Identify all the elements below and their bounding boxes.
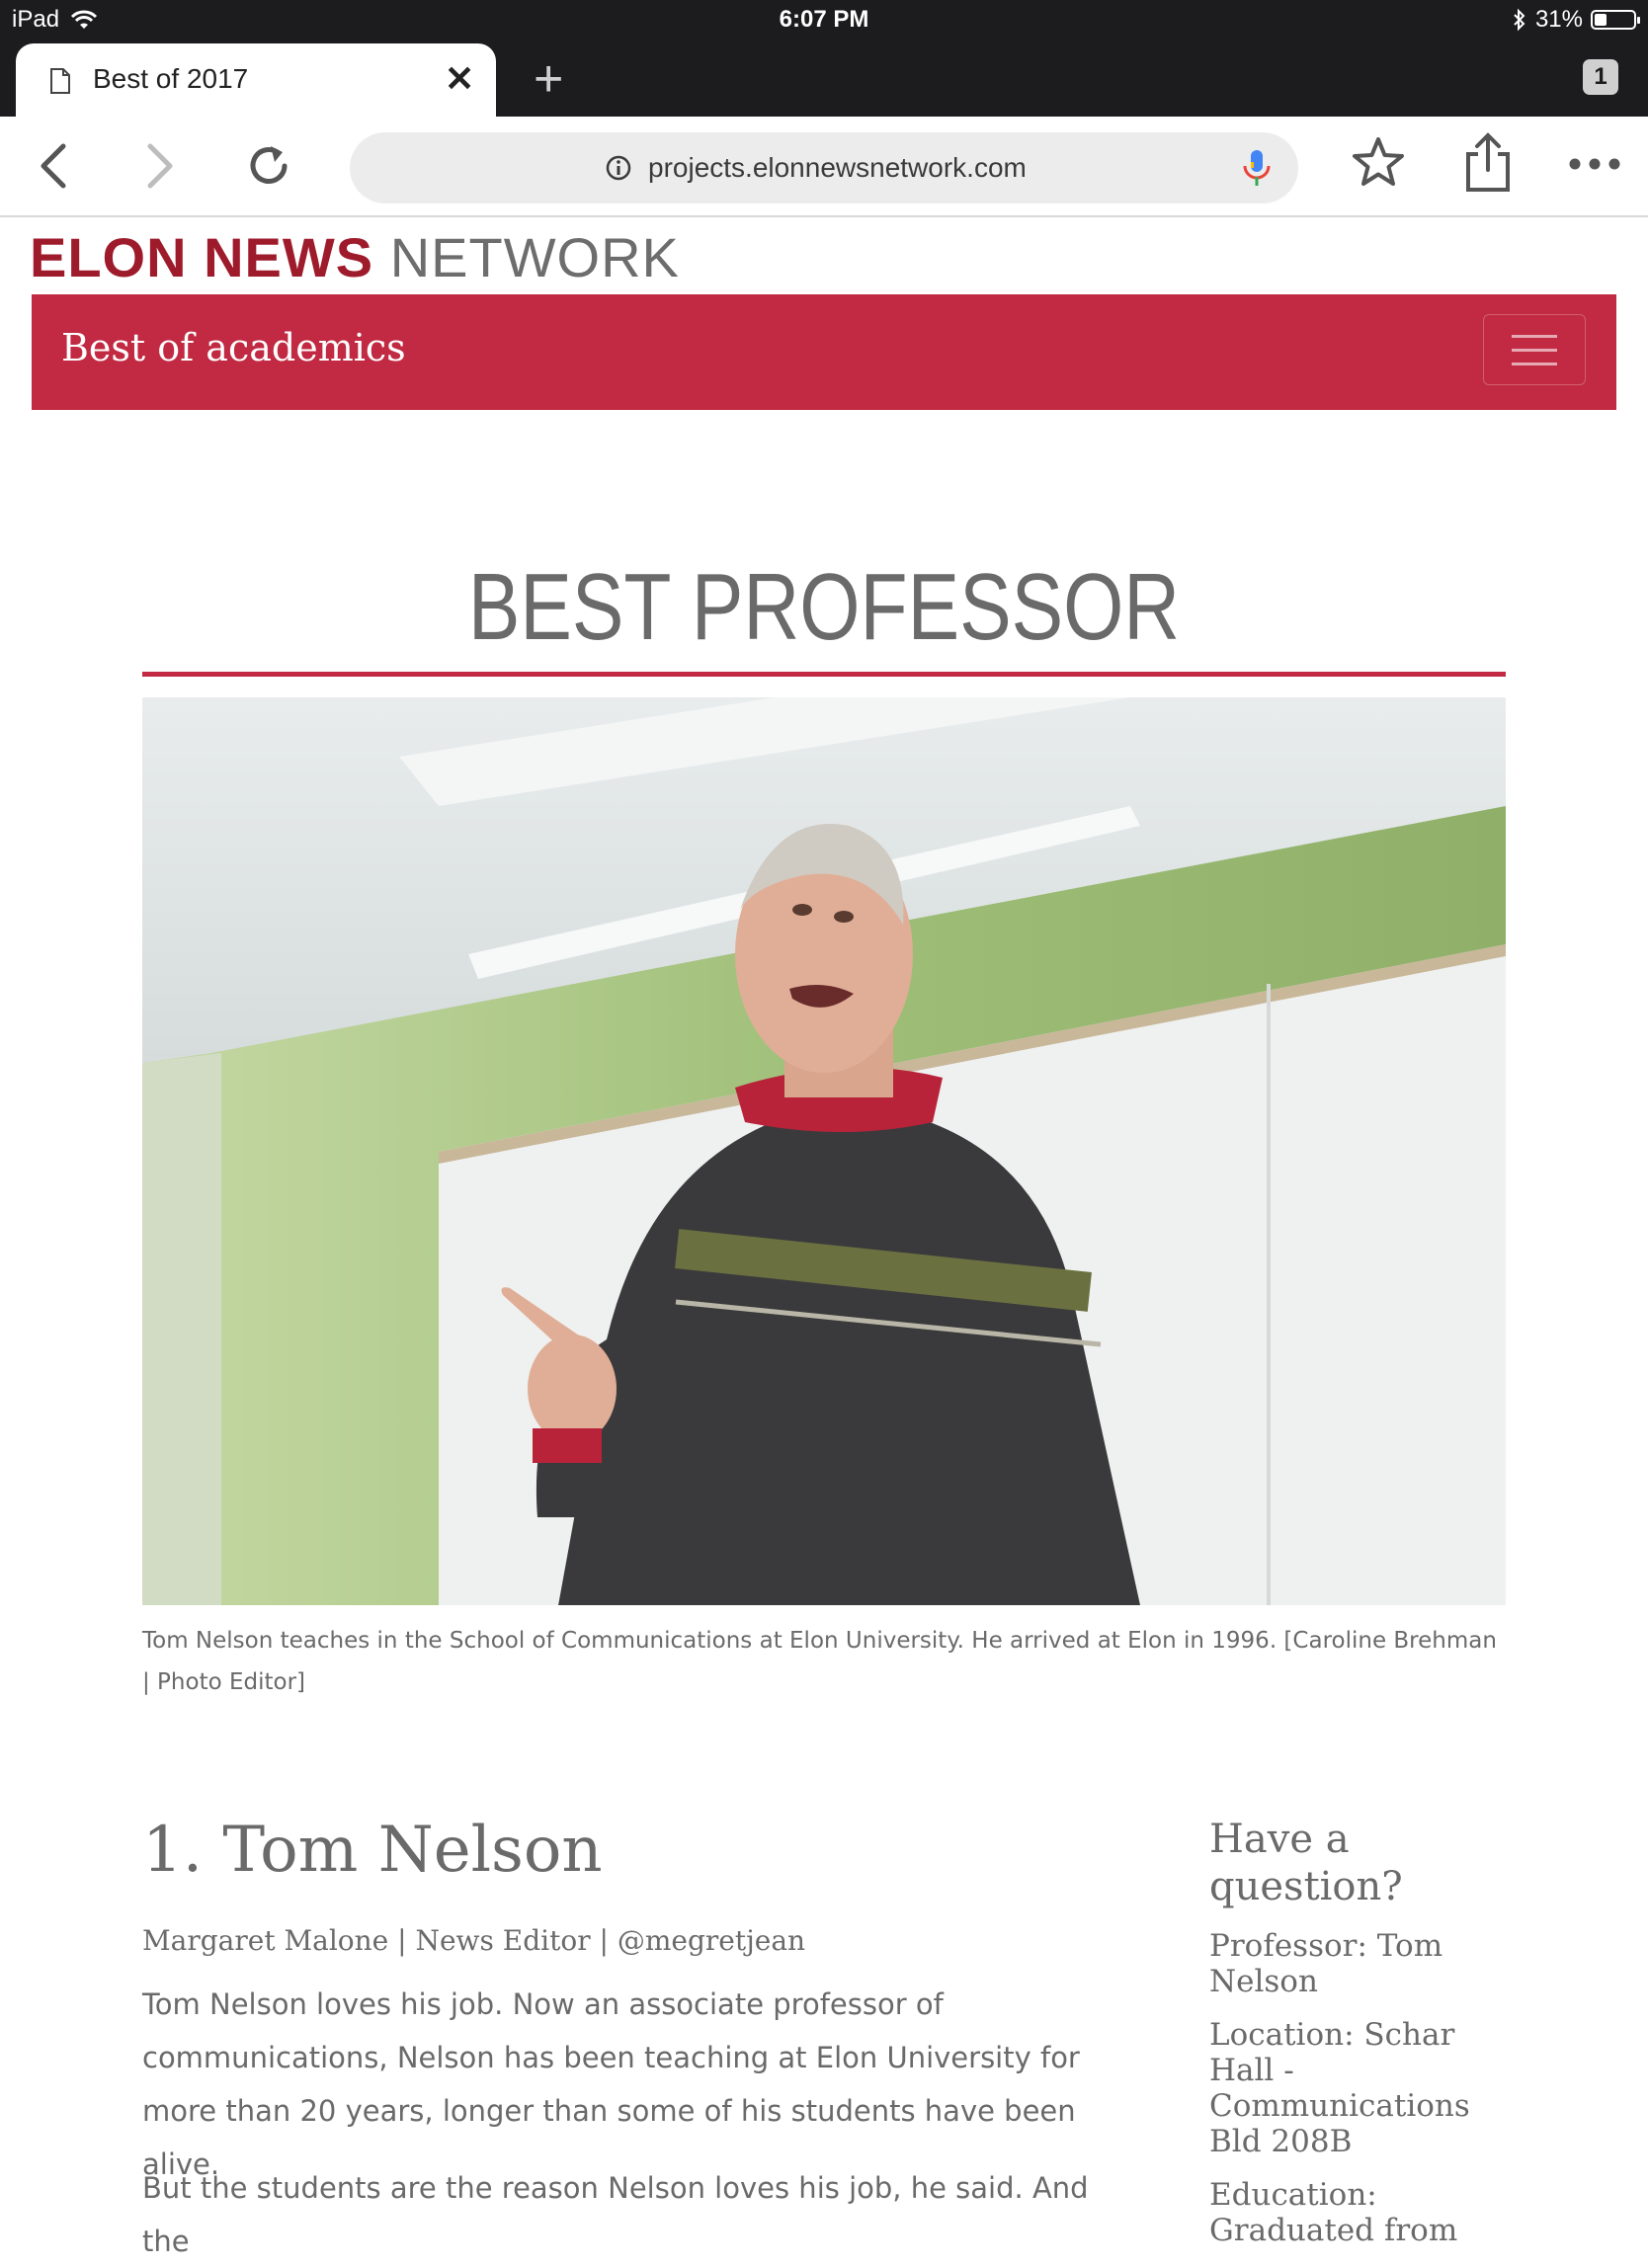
hamburger-menu-icon[interactable]	[1483, 314, 1586, 385]
bluetooth-icon	[1514, 8, 1525, 32]
battery-percent: 31%	[1534, 6, 1583, 33]
forward-icon[interactable]	[142, 138, 178, 194]
sidebar-location: Location: Schar Hall - Communications Bl…	[1209, 2017, 1470, 2159]
section-title[interactable]: Best of academics	[61, 326, 406, 369]
menu-bar-line	[1512, 363, 1557, 365]
document-icon	[50, 68, 70, 94]
sidebar-education: Education: Graduated from	[1209, 2177, 1458, 2248]
sidebar-heading: Have a question?	[1209, 1817, 1403, 1909]
battery-icon	[1591, 10, 1640, 30]
new-tab-icon[interactable]: +	[534, 49, 563, 109]
bookmark-star-icon[interactable]	[1350, 134, 1407, 192]
clock: 6:07 PM	[779, 6, 869, 33]
address-bar[interactable]: projects.elonnewsnetwork.com	[350, 132, 1298, 203]
battery-fill	[1595, 14, 1607, 26]
logo-light-text: NETWORK	[389, 226, 680, 288]
photo-illustration	[142, 697, 1506, 1605]
tab-title: Best of 2017	[93, 63, 249, 94]
tab-count-button[interactable]: 1	[1583, 59, 1618, 95]
article-paragraph: But the students are the reason Nelson l…	[142, 2171, 1089, 2258]
microphone-icon[interactable]	[1239, 148, 1275, 190]
professor-photo	[142, 697, 1506, 1605]
status-bar: iPad 6:07 PM 31%	[0, 0, 1648, 41]
logo-bold-text: ELON NEWS	[30, 226, 374, 288]
info-icon[interactable]	[605, 154, 632, 182]
back-icon[interactable]	[36, 138, 71, 194]
close-tab-icon[interactable]: ✕	[445, 57, 474, 101]
byline: Margaret Malone | News Editor | @megretj…	[142, 1924, 806, 1957]
question-sidebar: Have a question? Professor: Tom Nelson L…	[1209, 1816, 1525, 2248]
browser-toolbar: projects.elonnewsnetwork.com	[0, 117, 1648, 217]
tab-bar: Best of 2017 ✕ + 1	[0, 41, 1648, 117]
more-menu-icon[interactable]	[1567, 156, 1622, 172]
section-navbar: Best of academics	[32, 294, 1616, 410]
menu-bar-line	[1512, 349, 1557, 352]
site-logo[interactable]: ELON NEWS NETWORK	[30, 225, 680, 289]
sidebar-professor: Professor: Tom Nelson	[1209, 1928, 1443, 1999]
article-paragraph: Tom Nelson loves his job. Now an associa…	[142, 1987, 1080, 2181]
page-heading: BEST PROFESSOR	[467, 554, 1181, 660]
status-right: 31%	[1512, 6, 1640, 34]
article-title: 1. Tom Nelson	[142, 1814, 603, 1887]
url-text: projects.elonnewsnetwork.com	[648, 152, 1027, 183]
reload-icon[interactable]	[243, 140, 294, 192]
browser-tab[interactable]: Best of 2017 ✕	[16, 43, 496, 117]
menu-bar-line	[1512, 335, 1557, 338]
photo-caption: Tom Nelson teaches in the School of Comm…	[142, 1628, 1497, 1695]
share-icon[interactable]	[1462, 132, 1514, 194]
heading-divider	[142, 672, 1506, 677]
